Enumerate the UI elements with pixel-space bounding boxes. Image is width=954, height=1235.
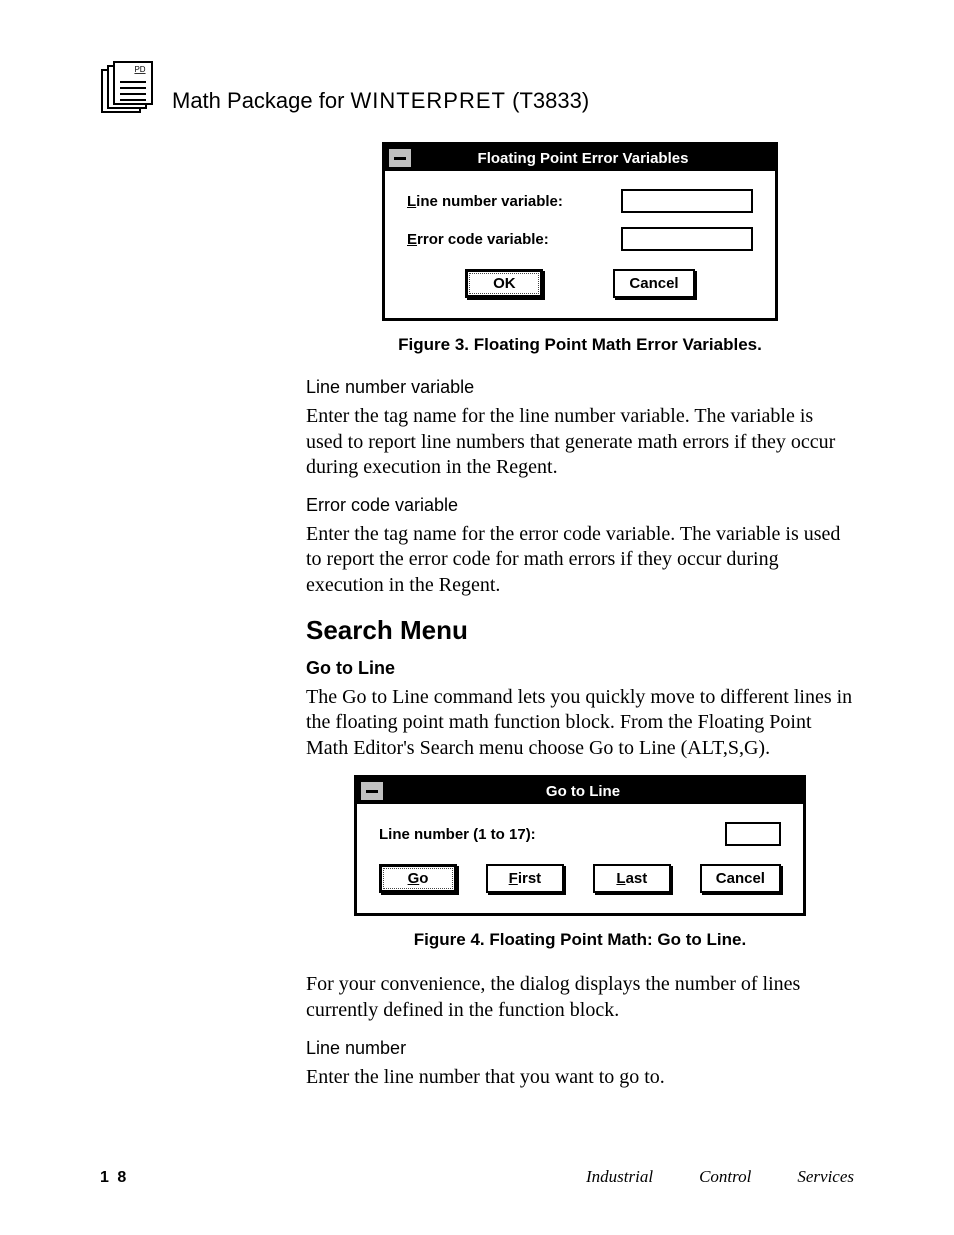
page: PD Math Package for WINTERPRET (T3833) F… (0, 0, 954, 1235)
go-to-line-text: The Go to Line command lets you quickly … (306, 685, 854, 762)
system-menu-icon[interactable] (388, 148, 412, 168)
svg-text:PD: PD (134, 65, 145, 74)
go-to-line-subheading: Go to Line (306, 658, 854, 679)
dialog-body: Line number variable: Error code variabl… (385, 171, 775, 318)
dialog-title: Go to Line (387, 783, 803, 800)
line-number-heading: Line number (306, 1038, 854, 1059)
error-code-var-input[interactable] (621, 227, 753, 251)
line-number-var-input[interactable] (621, 189, 753, 213)
footer-word-3: Services (797, 1167, 854, 1187)
dialog-title: Floating Point Error Variables (415, 150, 775, 167)
footer-word-2: Control (699, 1167, 751, 1187)
error-code-var-label: Error code variable: (407, 231, 549, 248)
last-button[interactable]: Last (593, 864, 671, 893)
line-number-input[interactable] (725, 822, 781, 846)
go-to-line-shortcut: (ALT,S,G). (681, 737, 770, 759)
dialog-body: Line number (1 to 17): Go First Last Can… (357, 804, 803, 913)
page-header: PD Math Package for WINTERPRET (T3833) (100, 60, 854, 114)
footer-right: Industrial Control Services (586, 1167, 854, 1187)
footer-word-1: Industrial (586, 1167, 653, 1187)
dialog-titlebar: Go to Line (357, 778, 803, 804)
go-button[interactable]: Go (379, 864, 457, 893)
header-product: WINTERPRET (351, 88, 506, 113)
figure-4-caption: Figure 4. Floating Point Math: Go to Lin… (306, 930, 854, 950)
header-prefix: Math Package for (172, 88, 351, 113)
figure-3-caption: Figure 3. Floating Point Math Error Vari… (306, 335, 854, 355)
cancel-button[interactable]: Cancel (700, 864, 781, 893)
dialog-button-row: Go First Last Cancel (379, 864, 781, 893)
fp-error-vars-dialog: Floating Point Error Variables Line numb… (382, 142, 778, 321)
document-stack-icon: PD (100, 60, 154, 114)
line-number-var-row: Line number variable: (407, 189, 753, 213)
dialog-button-row: OK Cancel (407, 269, 753, 298)
search-menu-heading: Search Menu (306, 615, 854, 646)
running-header: Math Package for WINTERPRET (T3833) (172, 88, 589, 114)
first-button[interactable]: First (486, 864, 564, 893)
cancel-button[interactable]: Cancel (613, 269, 694, 298)
page-number: 1 8 (100, 1169, 128, 1187)
line-number-variable-text: Enter the tag name for the line number v… (306, 404, 854, 481)
line-number-text: Enter the line number that you want to g… (306, 1065, 854, 1091)
page-footer: 1 8 Industrial Control Services (100, 1167, 854, 1187)
line-number-var-label: Line number variable: (407, 193, 563, 210)
system-menu-icon[interactable] (360, 781, 384, 801)
line-number-label: Line number (1 to 17): (379, 826, 536, 843)
error-code-variable-heading: Error code variable (306, 495, 854, 516)
go-to-line-text-span: The Go to Line command lets you quickly … (306, 686, 852, 759)
dialog-titlebar: Floating Point Error Variables (385, 145, 775, 171)
ok-button[interactable]: OK (465, 269, 543, 298)
line-number-variable-heading: Line number variable (306, 377, 854, 398)
content-column: Floating Point Error Variables Line numb… (306, 142, 854, 1090)
convenience-text: For your convenience, the dialog display… (306, 972, 854, 1023)
line-number-row: Line number (1 to 17): (379, 822, 781, 846)
error-code-variable-text: Enter the tag name for the error code va… (306, 522, 854, 599)
header-suffix: (T3833) (506, 88, 589, 113)
go-to-line-dialog: Go to Line Line number (1 to 17): Go Fir… (354, 775, 806, 916)
error-code-var-row: Error code variable: (407, 227, 753, 251)
